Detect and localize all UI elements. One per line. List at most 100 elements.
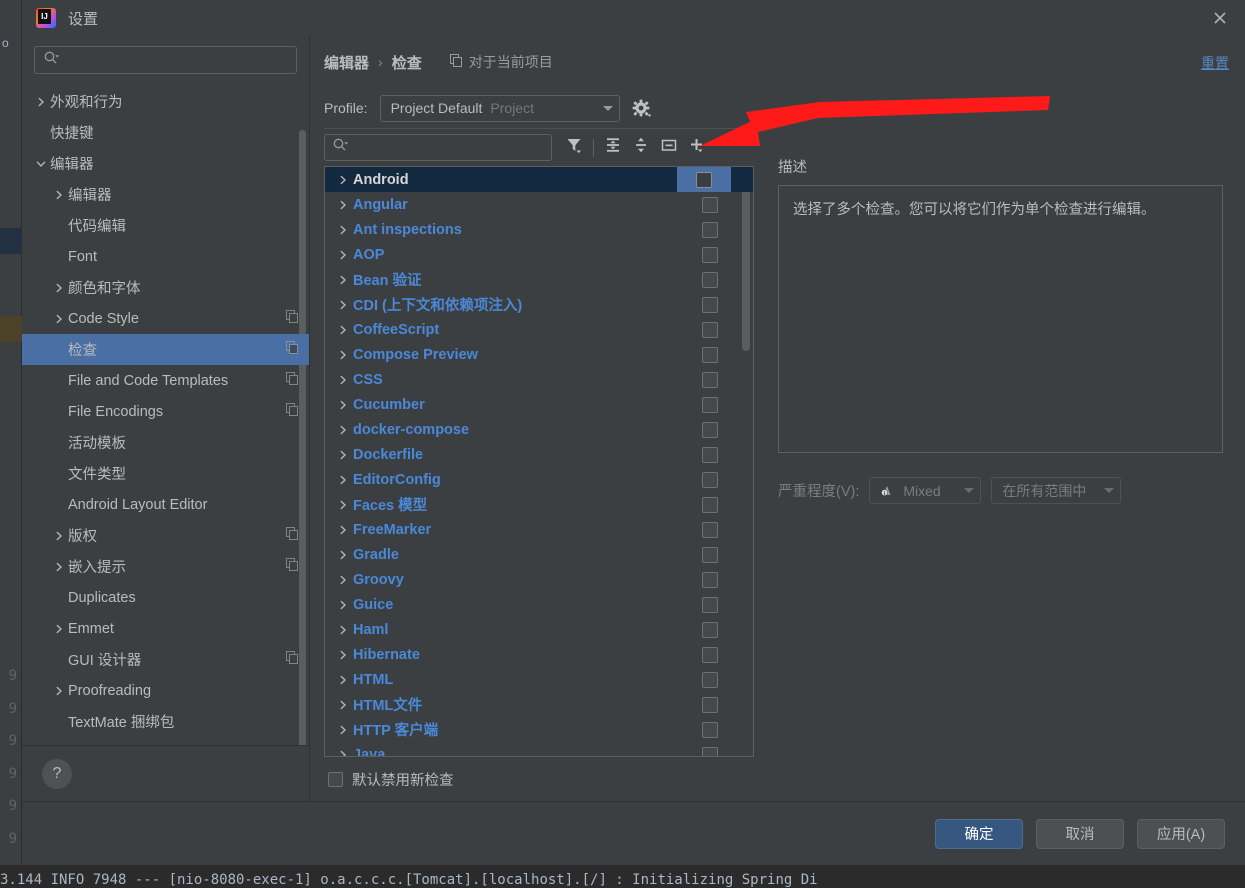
- inspection-checkbox[interactable]: [702, 572, 718, 588]
- inspection-checkbox-cell[interactable]: [689, 467, 731, 492]
- inspection-checkbox[interactable]: [702, 197, 718, 213]
- gear-icon[interactable]: [632, 99, 651, 118]
- inspection-row[interactable]: Hibernate: [325, 642, 753, 667]
- inspection-checkbox-cell[interactable]: [689, 217, 731, 242]
- inspection-checkbox[interactable]: [702, 347, 718, 363]
- inspection-checkbox[interactable]: [702, 747, 718, 758]
- inspection-row[interactable]: docker-compose: [325, 417, 753, 442]
- inspection-checkbox[interactable]: [702, 547, 718, 563]
- help-button[interactable]: ?: [42, 759, 72, 789]
- inspection-checkbox-cell[interactable]: [689, 742, 731, 757]
- inspection-row[interactable]: CDI (上下文和依赖项注入): [325, 292, 753, 317]
- sidebar-search-box[interactable]: [34, 46, 297, 74]
- inspection-row[interactable]: Groovy: [325, 567, 753, 592]
- sidebar-item-0[interactable]: 外观和行为: [22, 86, 309, 117]
- chevron-right-icon[interactable]: [50, 623, 68, 635]
- sidebar-item-13[interactable]: Android Layout Editor: [22, 489, 309, 520]
- inspection-checkbox-cell[interactable]: [689, 542, 731, 567]
- remove-button[interactable]: [711, 134, 739, 162]
- inspection-row[interactable]: Angular: [325, 192, 753, 217]
- chevron-right-icon[interactable]: [50, 561, 68, 573]
- sidebar-item-10[interactable]: File Encodings: [22, 396, 309, 427]
- inspection-checkbox[interactable]: [702, 522, 718, 538]
- severity-dropdown[interactable]: Mixed: [869, 477, 981, 504]
- inspection-checkbox[interactable]: [702, 447, 718, 463]
- inspection-checkbox-cell[interactable]: [689, 392, 731, 417]
- inspection-checkbox-cell[interactable]: [677, 167, 731, 192]
- sidebar-item-18[interactable]: GUI 设计器: [22, 644, 309, 675]
- inspection-checkbox[interactable]: [702, 297, 718, 313]
- inspection-checkbox-cell[interactable]: [689, 367, 731, 392]
- sidebar-item-2[interactable]: 编辑器: [22, 148, 309, 179]
- chevron-right-icon[interactable]: [333, 224, 353, 236]
- sidebar-item-14[interactable]: 版权: [22, 520, 309, 551]
- inspection-row[interactable]: AOP: [325, 242, 753, 267]
- inspection-row[interactable]: CSS: [325, 367, 753, 392]
- add-button[interactable]: [683, 134, 711, 162]
- inspection-row[interactable]: Faces 模型: [325, 492, 753, 517]
- expand-all-button[interactable]: [599, 134, 627, 162]
- inspection-row[interactable]: Guice: [325, 592, 753, 617]
- sidebar-item-15[interactable]: 嵌入提示: [22, 551, 309, 582]
- chevron-right-icon[interactable]: [32, 96, 50, 108]
- inspection-row[interactable]: EditorConfig: [325, 467, 753, 492]
- chevron-right-icon[interactable]: [333, 399, 353, 411]
- chevron-right-icon[interactable]: [333, 374, 353, 386]
- chevron-right-icon[interactable]: [333, 299, 353, 311]
- sidebar-item-20[interactable]: TextMate 捆绑包: [22, 706, 309, 737]
- inspection-checkbox[interactable]: [702, 272, 718, 288]
- inspection-checkbox[interactable]: [702, 222, 718, 238]
- chevron-right-icon[interactable]: [333, 724, 353, 736]
- chevron-right-icon[interactable]: [333, 449, 353, 461]
- sidebar-item-8[interactable]: 检查: [22, 334, 309, 365]
- inspection-checkbox-cell[interactable]: [689, 192, 731, 217]
- chevron-right-icon[interactable]: [333, 424, 353, 436]
- cancel-button[interactable]: 取消: [1036, 819, 1124, 849]
- inspection-row[interactable]: Android: [325, 167, 753, 192]
- inspection-checkbox[interactable]: [702, 247, 718, 263]
- chevron-right-icon[interactable]: [333, 524, 353, 536]
- inspection-checkbox[interactable]: [702, 597, 718, 613]
- sidebar-item-21[interactable]: TODO: [22, 737, 309, 745]
- disable-new-inspections-checkbox[interactable]: [328, 772, 343, 787]
- inspection-row[interactable]: CoffeeScript: [325, 317, 753, 342]
- inspection-checkbox-cell[interactable]: [689, 292, 731, 317]
- sidebar-item-11[interactable]: 活动模板: [22, 427, 309, 458]
- inspection-checkbox[interactable]: [702, 622, 718, 638]
- chevron-right-icon[interactable]: [333, 474, 353, 486]
- sidebar-item-12[interactable]: 文件类型: [22, 458, 309, 489]
- inspection-row[interactable]: Dockerfile: [325, 442, 753, 467]
- chevron-right-icon[interactable]: [333, 199, 353, 211]
- chevron-down-icon[interactable]: [32, 158, 50, 170]
- inspection-checkbox-cell[interactable]: [689, 692, 731, 717]
- chevron-right-icon[interactable]: [333, 624, 353, 636]
- ok-button[interactable]: 确定: [935, 819, 1023, 849]
- inspection-checkbox[interactable]: [696, 172, 712, 188]
- sidebar-search-input[interactable]: [63, 52, 288, 69]
- close-icon[interactable]: [1211, 9, 1229, 27]
- inspection-checkbox-cell[interactable]: [689, 317, 731, 342]
- inspection-row[interactable]: FreeMarker: [325, 517, 753, 542]
- chevron-right-icon[interactable]: [333, 574, 353, 586]
- sidebar-item-9[interactable]: File and Code Templates: [22, 365, 309, 396]
- sidebar-item-16[interactable]: Duplicates: [22, 582, 309, 613]
- inspection-row[interactable]: Bean 验证: [325, 267, 753, 292]
- breadcrumb-parent[interactable]: 编辑器: [324, 52, 369, 73]
- sidebar-item-17[interactable]: Emmet: [22, 613, 309, 644]
- collapse-all-button[interactable]: [627, 134, 655, 162]
- inspection-checkbox[interactable]: [702, 372, 718, 388]
- chevron-right-icon[interactable]: [333, 749, 353, 758]
- inspection-checkbox-cell[interactable]: [689, 492, 731, 517]
- inspection-checkbox[interactable]: [702, 472, 718, 488]
- inspection-row[interactable]: Gradle: [325, 542, 753, 567]
- inspection-checkbox-cell[interactable]: [689, 617, 731, 642]
- sidebar-item-7[interactable]: Code Style: [22, 303, 309, 334]
- chevron-right-icon[interactable]: [333, 349, 353, 361]
- chevron-right-icon[interactable]: [333, 699, 353, 711]
- inspection-checkbox[interactable]: [702, 722, 718, 738]
- chevron-right-icon[interactable]: [333, 324, 353, 336]
- chevron-right-icon[interactable]: [333, 599, 353, 611]
- sidebar-item-5[interactable]: Font: [22, 241, 309, 272]
- inspection-row[interactable]: HTTP 客户端: [325, 717, 753, 742]
- group-by-button[interactable]: [655, 134, 683, 162]
